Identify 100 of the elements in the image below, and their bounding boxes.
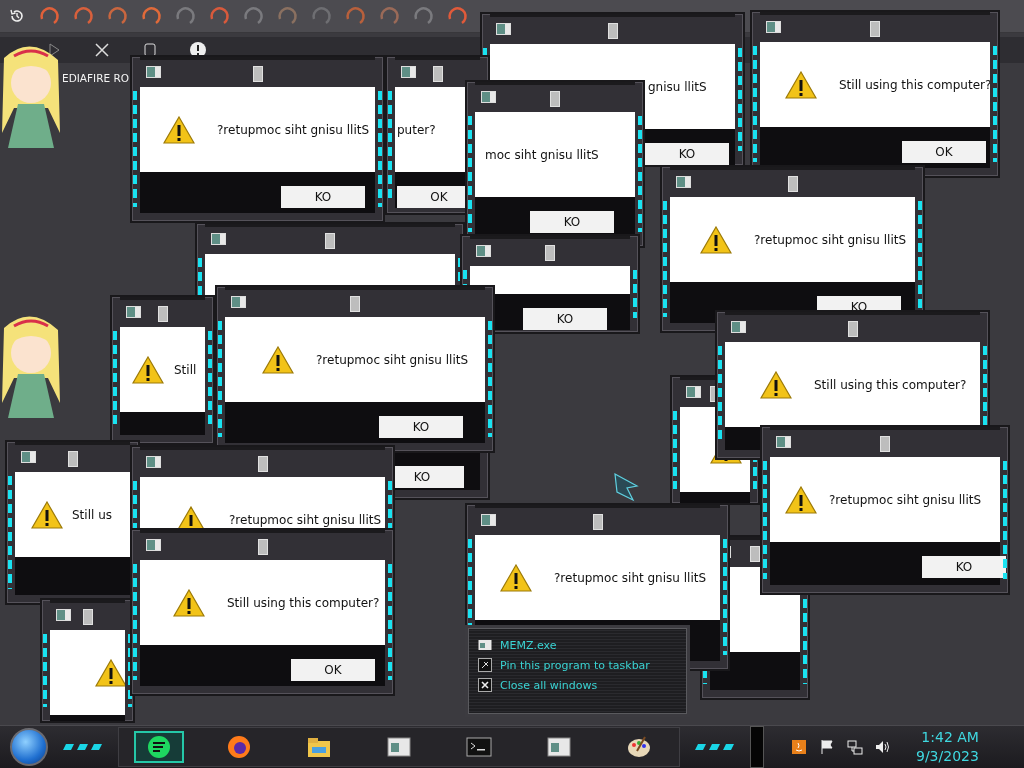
history-icon[interactable] (8, 7, 26, 25)
warning-icon (31, 500, 63, 529)
title-knob (432, 65, 443, 82)
loading-spinner-icon (344, 5, 366, 27)
window-icon (686, 386, 701, 398)
loading-spinner-icon (310, 5, 332, 27)
loading-spinner-icon (72, 5, 94, 27)
window-icon (731, 321, 746, 333)
loading-spinner-icon (174, 5, 196, 27)
cursor-icon (613, 472, 639, 502)
dialog-button[interactable]: KO (281, 186, 365, 208)
dialog-message: ?retupmoc siht gnisu llitS (316, 352, 469, 367)
start-button[interactable] (10, 728, 48, 766)
clock-date: 9/3/2023 (916, 747, 979, 766)
loading-spinner-icon (242, 5, 264, 27)
window-icon (481, 514, 496, 526)
window-icon (126, 306, 141, 318)
window-icon (211, 233, 226, 245)
window-icon (676, 176, 691, 188)
dialog-message: Still (174, 362, 197, 377)
dialog-message: ?retupmoc siht gnisu llitS (217, 122, 370, 137)
loading-spinner-icon (38, 5, 60, 27)
java-icon[interactable] (790, 738, 808, 756)
loading-spinner-icon (208, 5, 230, 27)
title-knob (252, 65, 263, 82)
taskbar-app[interactable] (134, 731, 184, 763)
dialog-message: puter? (397, 122, 436, 137)
loading-spinner-icon (446, 5, 468, 27)
title-knob (750, 545, 760, 562)
title-knob (545, 244, 555, 261)
dialog-message: moc siht gnisu llitS (485, 147, 599, 162)
flag-icon[interactable] (818, 738, 836, 756)
title-knob (82, 608, 93, 625)
dialog-button[interactable]: OK (291, 659, 375, 681)
title-knob (157, 305, 168, 322)
window-icon (476, 245, 491, 257)
dialog-message: ?retupmoc siht gnisu llitS (229, 512, 382, 527)
title-knob (67, 450, 78, 467)
show-desktop-button[interactable] (750, 726, 764, 768)
title-knob (870, 20, 880, 37)
dialog-message: Still using this computer? (227, 595, 380, 610)
warning-icon (700, 225, 732, 254)
title-knob (880, 435, 890, 452)
dialog-button[interactable]: KO (645, 143, 729, 165)
window-icon (56, 609, 71, 621)
dialog-button[interactable]: KO (530, 211, 614, 233)
clock[interactable]: 1:42 AM 9/3/2023 (916, 728, 979, 766)
loading-spinner-icon (378, 5, 400, 27)
app-icon (225, 733, 253, 761)
warning-icon (132, 355, 164, 384)
jump-list-item[interactable]: MEMZ.exe (478, 638, 677, 652)
loading-spinner-icon (106, 5, 128, 27)
window-icon (146, 66, 161, 78)
warning-icon (173, 588, 205, 617)
close-icon (478, 678, 492, 692)
dialog-button[interactable]: KO (922, 556, 1006, 578)
title-knob (257, 455, 268, 472)
window-icon (478, 638, 492, 652)
window-icon (21, 451, 36, 463)
window-icon (776, 436, 791, 448)
loading-spinner-icon (140, 5, 162, 27)
title-knob (787, 175, 798, 192)
warning-icon (500, 563, 532, 592)
title-knob (592, 513, 603, 530)
warning-icon (760, 370, 792, 399)
loading-spinner-icon (276, 5, 298, 27)
dialog-message: ?retupmoc siht gnisu llitS (554, 570, 707, 585)
dialog-button[interactable]: OK (902, 141, 986, 163)
title-knob (325, 232, 335, 249)
dialog-message: ?retupmoc siht gnisu llitS (754, 232, 907, 247)
window-icon (496, 23, 511, 35)
warning-icon (785, 485, 817, 514)
clock-time: 1:42 AM (921, 728, 979, 747)
title-knob (550, 90, 560, 107)
dialog-message: ?retupmoc siht gnisu llitS (829, 492, 982, 507)
dialog-message: Still us (72, 507, 112, 522)
dialog-message: Still using this computer? (814, 377, 967, 392)
window-icon (481, 91, 496, 103)
jump-list-item[interactable]: Pin this program to taskbar (478, 658, 677, 672)
warning-icon (95, 658, 125, 687)
dialog-message: Still using this computer? (839, 77, 990, 92)
window-icon (231, 296, 246, 308)
loading-spinner-icon (412, 5, 434, 27)
network-icon[interactable] (846, 738, 864, 756)
warning-icon (163, 115, 195, 144)
window-icon (401, 66, 416, 78)
warning-icon (262, 345, 294, 374)
warning-icon (785, 70, 817, 99)
dialog-message: gnisu llitS (648, 79, 707, 94)
jump-list-item[interactable]: Close all windows (478, 678, 677, 692)
dialog-button[interactable]: KO (523, 308, 607, 330)
app-icon (145, 733, 173, 761)
title-knob (350, 295, 360, 312)
dialog-button[interactable]: KO (379, 416, 463, 438)
window-icon (146, 539, 161, 551)
window-icon (766, 21, 781, 33)
title-knob (847, 320, 858, 337)
close-icon[interactable] (93, 41, 111, 59)
pin-icon (478, 658, 492, 672)
desktop-icon-label[interactable]: EDIAFIRE RO (62, 72, 129, 84)
